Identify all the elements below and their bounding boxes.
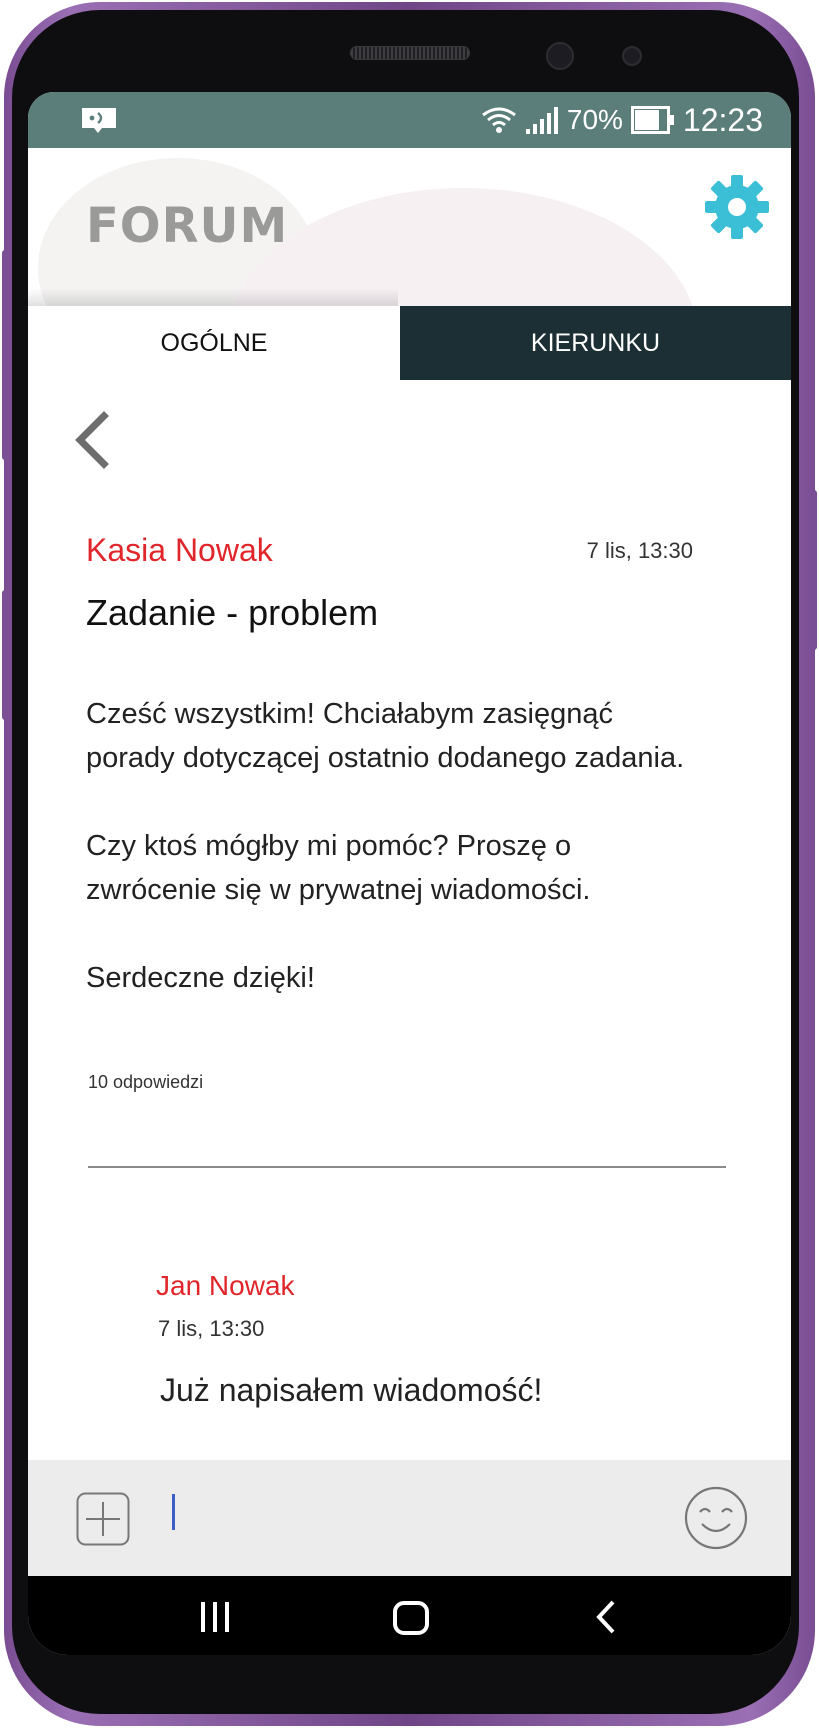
divider	[88, 1166, 726, 1168]
header-shadow	[28, 288, 398, 306]
message-input[interactable]	[152, 1482, 692, 1554]
volume-button	[2, 250, 8, 460]
text-cursor	[172, 1494, 175, 1530]
bixby-button	[2, 590, 8, 720]
gear-icon[interactable]	[704, 174, 770, 240]
front-camera	[546, 42, 574, 70]
post-author[interactable]: Kasia Nowak	[86, 532, 273, 569]
reply-timestamp: 7 lis, 13:30	[158, 1316, 265, 1341]
home-icon[interactable]	[386, 1592, 436, 1642]
status-bar: 70% 12:23	[28, 92, 791, 148]
post-body: Cześć wszystkim! Chciałabym zasięgnąć po…	[86, 692, 706, 1000]
post-paragraph: Serdeczne dzięki!	[86, 962, 315, 994]
post-timestamp: 7 lis, 13:30	[586, 538, 693, 563]
system-nav-bar	[28, 1576, 791, 1655]
post-paragraph: Czy ktoś mógłby mi pomóc? Proszę o zwróc…	[86, 830, 591, 906]
screen: 70% 12:23 FORUM OGÓLNE KIERUNKU Kasia No…	[28, 92, 791, 1655]
tab-major[interactable]: KIERUNKU	[400, 306, 791, 380]
post-title: Zadanie - problem	[86, 592, 379, 633]
sensor	[622, 46, 642, 66]
battery-icon	[630, 106, 674, 134]
page-title: FORUM	[86, 198, 289, 254]
wifi-icon	[481, 107, 516, 133]
tab-bar: OGÓLNE KIERUNKU	[28, 306, 791, 380]
battery-percent: 70%	[566, 104, 623, 135]
tab-general[interactable]: OGÓLNE	[28, 306, 400, 380]
signal-icon	[525, 107, 558, 134]
clock: 12:23	[682, 101, 763, 138]
plus-square-icon[interactable]	[76, 1492, 130, 1546]
power-button	[811, 490, 817, 650]
back-icon[interactable]	[582, 1592, 632, 1642]
reply-count[interactable]: 10 odpowiedzi	[88, 1072, 203, 1093]
reply-text: Już napisałem wiadomość!	[160, 1372, 543, 1408]
reply-author[interactable]: Jan Nowak	[156, 1270, 295, 1302]
notification-icon	[82, 108, 116, 133]
post-paragraph: Cześć wszystkim! Chciałabym zasięgnąć po…	[86, 698, 685, 774]
message-composer	[28, 1460, 791, 1576]
app-header: FORUM	[28, 148, 791, 306]
earpiece-speaker	[350, 46, 470, 60]
smiley-icon[interactable]	[684, 1486, 748, 1550]
back-arrow-icon[interactable]	[68, 410, 118, 470]
recent-apps-icon[interactable]	[190, 1592, 240, 1642]
